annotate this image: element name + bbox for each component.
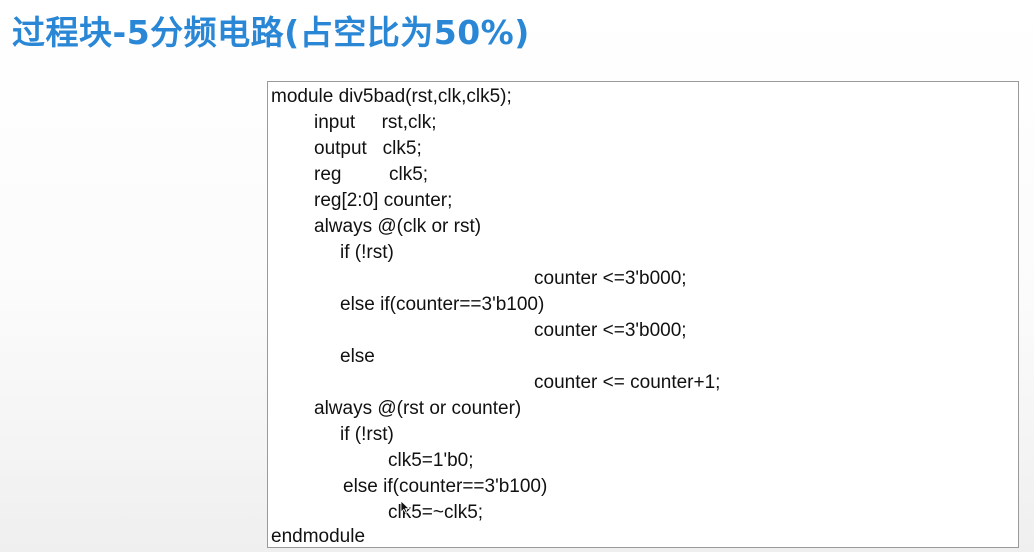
code-line: output clk5;	[314, 138, 422, 159]
code-line: reg clk5;	[314, 164, 429, 185]
code-line: counter <=3'b000;	[534, 320, 687, 341]
code-line: module div5bad(rst,clk,clk5);	[271, 86, 512, 107]
code-line: endmodule	[271, 526, 366, 547]
code-line: input rst,clk;	[314, 112, 437, 133]
code-line: counter <=3'b000;	[534, 268, 687, 289]
mouse-pointer-icon	[400, 500, 410, 514]
code-line: counter <= counter+1;	[534, 372, 721, 393]
code-line: else if(counter==3'b100)	[340, 294, 545, 315]
code-line: if (!rst)	[340, 424, 394, 445]
code-line: clk5=1'b0;	[388, 450, 474, 471]
code-line: reg[2:0] counter;	[314, 190, 453, 211]
code-line: else if(counter==3'b100)	[343, 476, 548, 497]
code-line: always @(clk or rst)	[314, 216, 482, 237]
code-block: module div5bad(rst,clk,clk5); input rst,…	[267, 81, 1019, 548]
code-line: else	[340, 346, 375, 367]
code-line: if (!rst)	[340, 242, 394, 263]
slide-title: 过程块-5分频电路(占空比为50%)	[12, 13, 530, 52]
code-line: always @(rst or counter)	[314, 398, 522, 419]
